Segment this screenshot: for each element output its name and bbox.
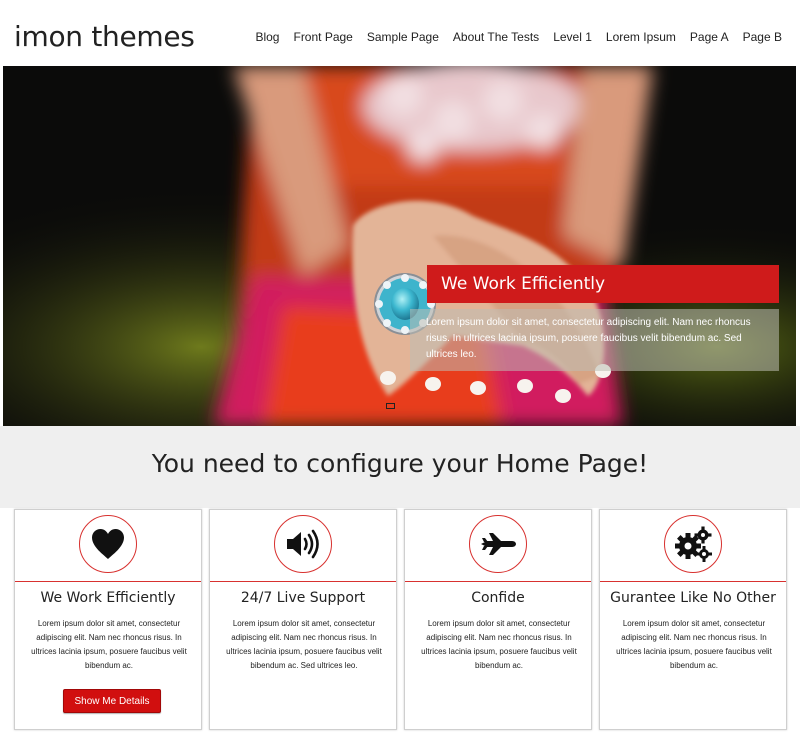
feature-card-4: Gurantee Like No Other Lorem ipsum dolor… xyxy=(599,509,787,730)
nav-item-lorem-ipsum[interactable]: Lorem Ipsum xyxy=(606,30,676,44)
card-icon-circle xyxy=(664,515,722,573)
nav-item-page-b[interactable]: Page B xyxy=(743,30,782,44)
feature-card-3: Confide Lorem ipsum dolor sit amet, cons… xyxy=(404,509,592,730)
card-text: Lorem ipsum dolor sit amet, consectetur … xyxy=(31,619,187,670)
show-me-details-button[interactable]: Show Me Details xyxy=(63,689,161,713)
configure-heading: You need to configure your Home Page! xyxy=(151,449,649,478)
hero-caption-title: We Work Efficiently xyxy=(427,265,779,303)
site-logo[interactable]: imon themes xyxy=(14,20,195,53)
feature-card-2: 24/7 Live Support Lorem ipsum dolor sit … xyxy=(209,509,397,730)
card-title: Confide xyxy=(471,590,525,606)
heart-icon xyxy=(92,529,124,559)
gears-icon xyxy=(675,526,712,562)
nav-item-sample-page[interactable]: Sample Page xyxy=(367,30,439,44)
nav-item-front-page[interactable]: Front Page xyxy=(293,30,352,44)
hero-slider: We Work Efficiently Lorem ipsum dolor si… xyxy=(3,66,796,426)
nav-item-blog[interactable]: Blog xyxy=(255,30,279,44)
card-divider xyxy=(600,581,786,582)
nav-item-level-1[interactable]: Level 1 xyxy=(553,30,592,44)
card-title: We Work Efficiently xyxy=(40,590,176,606)
nav-item-about-the-tests[interactable]: About The Tests xyxy=(453,30,539,44)
card-text: Lorem ipsum dolor sit amet, consectetur … xyxy=(226,619,382,670)
card-text: Lorem ipsum dolor sit amet, consectetur … xyxy=(421,619,577,670)
slider-pager-dot[interactable] xyxy=(386,403,395,409)
site-header: imon themes Blog Front Page Sample Page … xyxy=(0,0,800,66)
card-title: 24/7 Live Support xyxy=(240,590,366,606)
card-icon-circle xyxy=(469,515,527,573)
card-divider xyxy=(15,581,201,582)
configure-banner: You need to configure your Home Page! xyxy=(0,426,800,508)
main-nav: Blog Front Page Sample Page About The Te… xyxy=(241,30,782,44)
nav-item-page-a[interactable]: Page A xyxy=(690,30,729,44)
hero-image xyxy=(3,66,796,426)
speaker-icon xyxy=(287,529,319,559)
card-text: Lorem ipsum dolor sit amet, consectetur … xyxy=(616,619,772,670)
card-divider xyxy=(405,581,591,582)
plane-icon xyxy=(481,533,516,555)
card-title: Gurantee Like No Other xyxy=(610,590,776,606)
card-icon-circle xyxy=(274,515,332,573)
card-icon-circle xyxy=(79,515,137,573)
hero-caption-text: Lorem ipsum dolor sit amet, consectetur … xyxy=(410,309,779,371)
feature-card-1: We Work Efficiently Lorem ipsum dolor si… xyxy=(14,509,202,730)
card-divider xyxy=(210,581,396,582)
